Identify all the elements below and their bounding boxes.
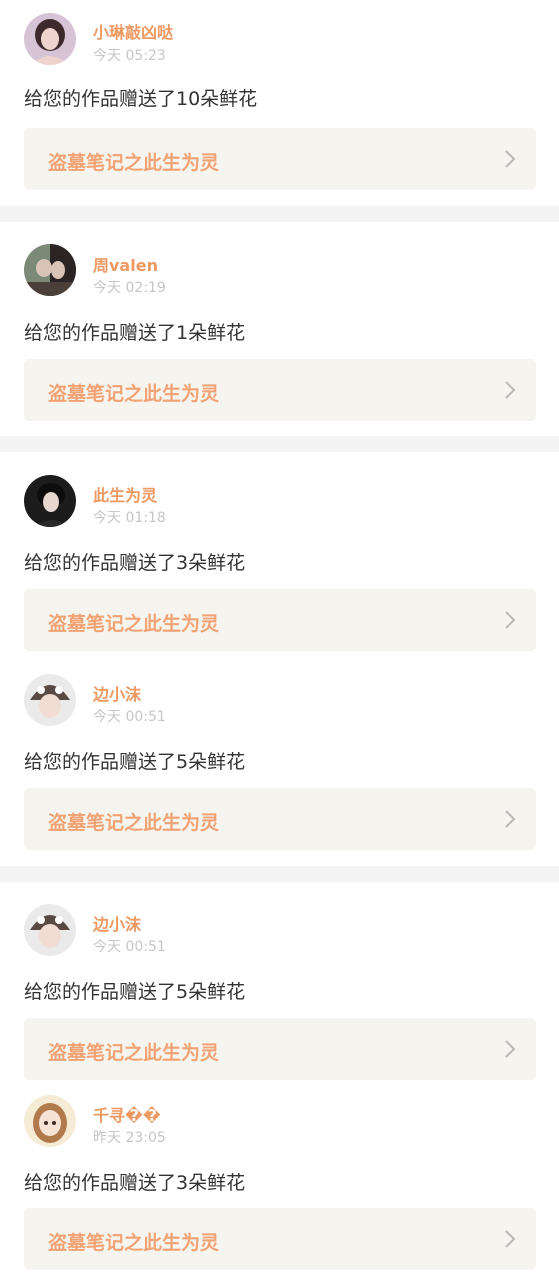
chevron-right-icon [505,810,516,828]
helmet-girl-avatar-icon[interactable] [24,904,76,956]
work-title: 盗墓笔记之此生为灵 [48,812,220,834]
username[interactable]: 周valen [93,252,158,276]
separator [0,206,559,222]
girl-portrait-avatar-icon[interactable] [24,13,76,65]
work-link-button[interactable]: 盗墓笔记之此生为灵 [24,128,536,190]
gift-message: 给您的作品赠送了3朵鲜花 [24,552,246,574]
chevron-right-icon [505,611,516,629]
gift-message: 给您的作品赠送了5朵鲜花 [24,751,246,773]
gift-message: 给您的作品赠送了5朵鲜花 [24,981,246,1003]
work-title: 盗墓笔记之此生为灵 [48,383,220,405]
gift-notification: 千寻�� 昨天 23:05 给您的作品赠送了3朵鲜花 盗墓笔记之此生为灵 [0,1090,559,1280]
gift-message: 给您的作品赠送了3朵鲜花 [24,1172,246,1194]
timestamp: 昨天 23:05 [93,1130,166,1146]
gift-notification: 小琳敲凶哒 今天 05:23 给您的作品赠送了10朵鲜花 盗墓笔记之此生为灵 [0,0,559,206]
chevron-right-icon [505,1230,516,1248]
work-title: 盗墓笔记之此生为灵 [48,1232,220,1254]
work-title: 盗墓笔记之此生为灵 [48,152,220,174]
username[interactable]: 此生为灵 [93,482,157,506]
gift-notification: 此生为灵 今天 01:18 给您的作品赠送了3朵鲜花 盗墓笔记之此生为灵 [0,452,559,658]
separator [0,866,559,882]
gift-message: 给您的作品赠送了10朵鲜花 [24,88,258,110]
username[interactable]: 边小沫 [93,681,141,705]
gift-message: 给您的作品赠送了1朵鲜花 [24,322,246,344]
work-title: 盗墓笔记之此生为灵 [48,1042,220,1064]
gift-notification: 边小沫 今天 00:51 给您的作品赠送了5朵鲜花 盗墓笔记之此生为灵 [0,882,559,1090]
chevron-right-icon [505,150,516,168]
work-link-button[interactable]: 盗墓笔记之此生为灵 [24,589,536,651]
username[interactable]: 小琳敲凶哒 [93,19,173,43]
timestamp: 今天 00:51 [93,709,166,725]
chevron-right-icon [505,1040,516,1058]
username[interactable]: 千寻�� [93,1102,161,1126]
notification-feed: 小琳敲凶哒 今天 05:23 给您的作品赠送了10朵鲜花 盗墓笔记之此生为灵 周… [0,0,559,1280]
work-link-button[interactable]: 盗墓笔记之此生为灵 [24,788,536,850]
timestamp: 今天 00:51 [93,939,166,955]
gift-notification: 边小沫 今天 00:51 给您的作品赠送了5朵鲜花 盗墓笔记之此生为灵 [0,658,559,866]
chevron-right-icon [505,381,516,399]
dark-hair-boy-avatar-icon[interactable] [24,475,76,527]
work-link-button[interactable]: 盗墓笔记之此生为灵 [24,1208,536,1270]
gift-notification: 周valen 今天 02:19 给您的作品赠送了1朵鲜花 盗墓笔记之此生为灵 [0,222,559,436]
work-link-button[interactable]: 盗墓笔记之此生为灵 [24,1018,536,1080]
couple-photo-avatar-icon[interactable] [24,244,76,296]
username[interactable]: 边小沫 [93,911,141,935]
timestamp: 今天 02:19 [93,280,166,296]
helmet-girl-avatar-icon[interactable] [24,674,76,726]
timestamp: 今天 05:23 [93,48,166,64]
timestamp: 今天 01:18 [93,510,166,526]
separator [0,436,559,452]
work-title: 盗墓笔记之此生为灵 [48,613,220,635]
anime-girl-avatar-icon[interactable] [24,1095,76,1147]
work-link-button[interactable]: 盗墓笔记之此生为灵 [24,359,536,421]
